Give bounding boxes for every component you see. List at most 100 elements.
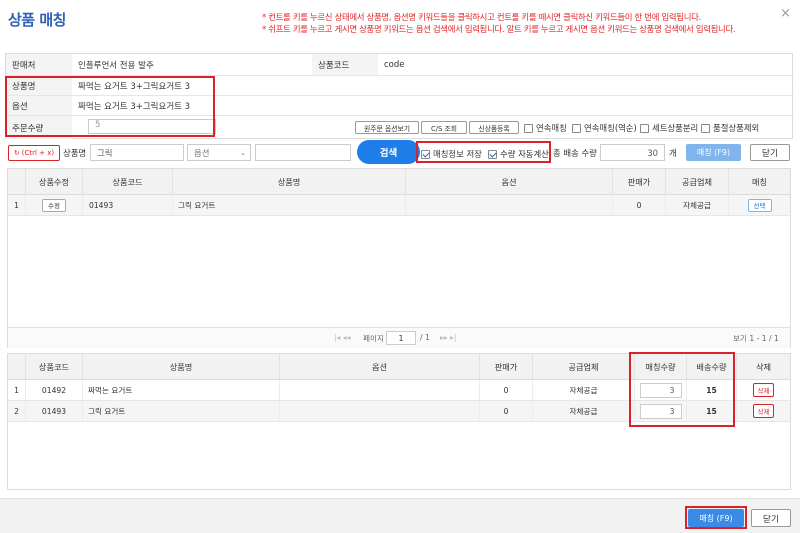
pager: |◂ ◂◂ 페이지 1 / 1 ▸▸ ▸| 보기 1 - 1 / 1 (8, 327, 790, 348)
header-cell: 공급업체 (666, 169, 729, 195)
chevron-down-icon: ⌄ (240, 148, 246, 157)
table-row[interactable]: 2 01493 그릭 요거트 0 자체공급 3 15 삭제 (8, 401, 790, 422)
name-cell: 그릭 요거트 (173, 195, 406, 215)
pager-prev-icons[interactable]: |◂ ◂◂ (334, 333, 350, 342)
code-cell: 01493 (83, 195, 173, 215)
refresh-icon: ↻ (13, 149, 20, 157)
grid-header: 상품코드 상품명 옵션 판매가 공급업체 매칭수량 배송수량 삭제 (8, 354, 790, 380)
header-cell: 매칭수량 (635, 354, 687, 380)
quantity-label: 주문수량 (6, 116, 72, 139)
new-product-button[interactable]: 신상품등록 (469, 121, 519, 134)
product-value: 짜먹는 요거트 3+그릭요거트 3 (78, 81, 191, 92)
name-cell: 그릭 요거트 (83, 401, 280, 421)
delete-button[interactable]: 삭제 (752, 404, 775, 418)
checkbox-icon (640, 123, 649, 133)
total-ship-qty-input[interactable]: 30 (600, 144, 665, 161)
code-label: 상품코드 (312, 54, 378, 75)
header-cell (8, 354, 26, 380)
match-button-top[interactable]: 매칭 (F9) (686, 144, 741, 161)
option-select-label: 옵션 (194, 147, 210, 158)
view-original-option-button[interactable]: 원주문 옵션보기 (355, 121, 419, 134)
header-cell: 판매가 (613, 169, 666, 195)
seller-label: 판매처 (6, 54, 72, 75)
set-split-checkbox[interactable]: 세트상품분리 (640, 122, 698, 134)
close-button-top[interactable]: 닫기 (750, 144, 790, 161)
product-label: 상품명 (6, 76, 72, 95)
row-number: 2 (8, 401, 26, 421)
search-button[interactable]: 검색 (357, 140, 420, 164)
header-cell: 상품수정 (26, 169, 83, 195)
select-button[interactable]: 선택 (747, 198, 772, 212)
row-number: 1 (8, 380, 26, 400)
cs-lookup-button[interactable]: C/S 조회 (421, 121, 467, 134)
header-cell: 옵션 (406, 169, 613, 195)
table-row[interactable]: 1 01492 짜먹는 요거트 0 자체공급 3 15 삭제 (8, 380, 790, 401)
unit-label: 개 (669, 148, 677, 158)
exclude-soldout-label: 품절상품제외 (713, 123, 760, 133)
close-button[interactable]: 닫기 (751, 509, 791, 527)
quantity-input[interactable]: 5 (88, 119, 216, 134)
delete-cell: 삭제 (737, 380, 790, 400)
help-note-1: * 컨트롤 키를 누르신 상태에서 상품명, 옵션명 키워드들을 클릭하시고 컨… (262, 12, 701, 22)
auto-qty-checkbox[interactable]: 수량 자동계산 (488, 148, 549, 160)
option-row: 옵션 짜먹는 요거트 3+그릭요거트 3 (6, 96, 794, 116)
option-search-input[interactable] (255, 144, 351, 161)
header-cell: 상품명 (173, 169, 406, 195)
seller-row: 판매처 인플루언서 전용 발주 상품코드 code (6, 54, 794, 76)
option-value: 짜먹는 요거트 3+그릭요거트 3 (78, 101, 191, 112)
option-cell (406, 195, 613, 215)
footer: 매칭 (F9) 닫기 (0, 498, 800, 533)
option-cell (280, 401, 480, 421)
reset-button[interactable]: ↻ (Ctrl + x) (8, 145, 60, 161)
edit-cell: 수정 (26, 195, 83, 215)
checkbox-checked-icon (488, 149, 497, 159)
edit-button[interactable]: 수정 (42, 198, 66, 212)
match-qty-input[interactable]: 3 (639, 382, 682, 398)
pager-total: / 1 (420, 333, 430, 342)
help-note-2: * 쉬프트 키를 누르고 게시면 상품명 키워드는 옵션 검색에서 입력됩니다.… (262, 24, 736, 34)
supplier-cell: 자체공급 (666, 195, 729, 215)
grid-header: 상품수정 상품코드 상품명 옵션 판매가 공급업체 매칭 (8, 169, 790, 195)
supplier-cell: 자체공급 (533, 380, 635, 400)
header-cell: 상품코드 (83, 169, 173, 195)
option-select[interactable]: 옵션 ⌄ (187, 144, 251, 161)
header-cell: 상품코드 (26, 354, 83, 380)
code-cell: 01493 (26, 401, 83, 421)
row-number: 1 (8, 195, 26, 215)
set-split-label: 세트상품분리 (652, 123, 699, 133)
continuous-match-label: 연속매칭 (536, 123, 567, 133)
save-match-info-checkbox[interactable]: 매칭정보 저장 (421, 148, 482, 160)
delete-button[interactable]: 삭제 (752, 383, 775, 397)
header-cell: 배송수량 (687, 354, 737, 380)
checkbox-checked-icon (421, 149, 430, 159)
checkbox-icon (524, 123, 533, 133)
close-icon[interactable]: × (780, 6, 791, 21)
match-qty-input[interactable]: 3 (639, 403, 682, 419)
quantity-row: 주문수량 5 원주문 옵션보기 C/S 조회 신상품등록 연속매칭 연속매칭(역… (6, 116, 794, 139)
continuous-reverse-checkbox[interactable]: 연속매칭(역순) (572, 122, 637, 134)
match-qty-cell: 3 (635, 401, 687, 421)
product-search-input[interactable]: 그릭 (90, 144, 184, 161)
table-row[interactable]: 1 수정 01493 그릭 요거트 0 자체공급 선택 (8, 195, 790, 216)
option-cell (280, 380, 480, 400)
header-cell (8, 169, 26, 195)
supplier-cell: 자체공급 (533, 401, 635, 421)
auto-qty-label: 수량 자동계산 (500, 149, 549, 159)
matched-grid-empty-area (7, 425, 791, 490)
header-cell: 판매가 (480, 354, 533, 380)
checkbox-icon (572, 123, 581, 133)
match-button[interactable]: 매칭 (F9) (688, 509, 744, 527)
seller-value: 인플루언서 전용 발주 (78, 60, 154, 71)
search-product-label: 상품명 (63, 148, 87, 158)
continuous-match-checkbox[interactable]: 연속매칭 (524, 122, 567, 134)
exclude-soldout-checkbox[interactable]: 품절상품제외 (701, 122, 759, 134)
save-match-info-label: 매칭정보 저장 (433, 149, 482, 159)
pager-count: 보기 1 - 1 / 1 (733, 334, 779, 343)
ship-qty-cell: 15 (687, 380, 737, 400)
product-row: 상품명 짜먹는 요거트 3+그릭요거트 3 (6, 76, 794, 96)
select-cell: 선택 (729, 195, 790, 215)
pager-next-icons[interactable]: ▸▸ ▸| (440, 333, 456, 342)
name-cell: 짜먹는 요거트 (83, 380, 280, 400)
pager-page-input[interactable]: 1 (386, 331, 416, 345)
option-label: 옵션 (6, 96, 72, 115)
